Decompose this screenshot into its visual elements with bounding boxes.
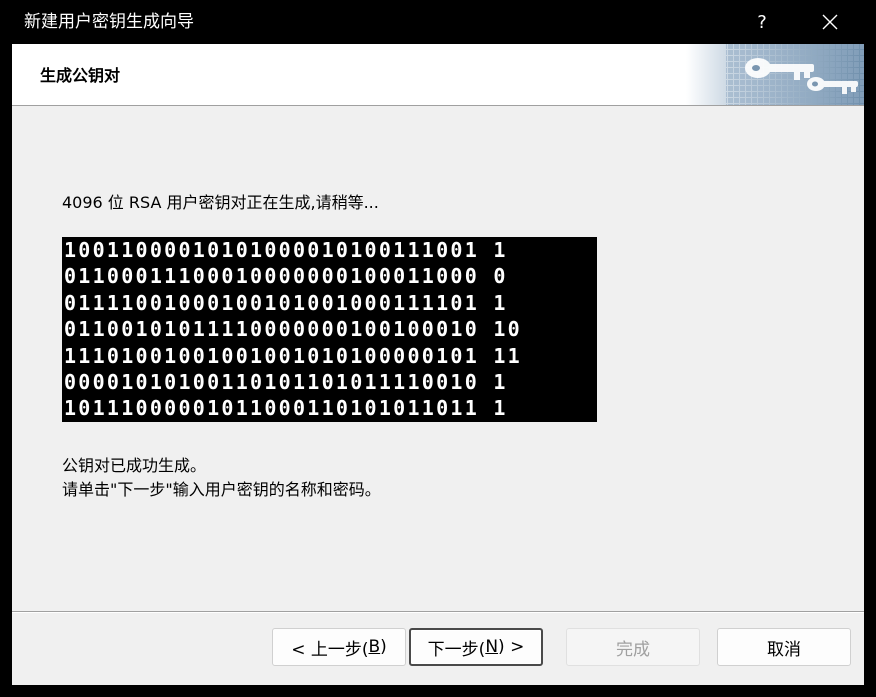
- footer-divider: [12, 611, 864, 613]
- page-title: 生成公钥对: [40, 66, 121, 85]
- back-button[interactable]: < 上一步(B): [272, 628, 406, 666]
- binary-row: 10111000001011000110101011011 1: [64, 396, 508, 421]
- finish-label: 完成: [616, 639, 650, 660]
- wizard-dialog: 生成公钥对 4096 位 RSA 用户密钥对正在生成,请稍等... 100110…: [12, 44, 864, 685]
- next-accelerator: N: [485, 637, 499, 657]
- success-message: 公钥对已成功生成。: [62, 456, 207, 475]
- cancel-label: 取消: [767, 639, 801, 660]
- back-accelerator: B: [368, 637, 381, 657]
- wizard-header: 生成公钥对: [12, 44, 864, 106]
- next-button[interactable]: 下一步(N) >: [409, 628, 543, 666]
- finish-button: 完成: [566, 628, 700, 666]
- next-label-suffix: ) >: [498, 637, 525, 657]
- next-label-prefix: 下一步(: [427, 639, 486, 660]
- binary-row: 10011000010101000010100111001 1: [64, 238, 508, 262]
- binary-row: 01100011100010000000100011000 0: [64, 264, 508, 289]
- window-title: 新建用户密钥生成向导: [24, 12, 194, 32]
- help-icon: ?: [757, 11, 767, 33]
- binary-row: 01111001000100101001000111101 1: [64, 290, 508, 315]
- cancel-button[interactable]: 取消: [717, 628, 851, 666]
- binary-row: 11101001001001001010100000101 11: [64, 343, 522, 368]
- title-bar: 新建用户密钥生成向导 ?: [0, 0, 876, 44]
- close-icon: [822, 14, 838, 30]
- back-label-suffix: ): [380, 637, 387, 657]
- close-button[interactable]: [800, 0, 860, 44]
- binary-row: 00001010100110101101011110010 1: [64, 369, 508, 394]
- binary-row: 01100101011110000000100100010 10: [64, 317, 522, 342]
- progress-text: 4096 位 RSA 用户密钥对正在生成,请稍等...: [62, 193, 379, 212]
- back-label-prefix: < 上一步(: [291, 639, 369, 660]
- help-button[interactable]: ?: [732, 0, 792, 44]
- key-generation-animation: 10011000010101000010100111001 1 01100011…: [62, 237, 597, 422]
- instruction-message: 请单击"下一步"输入用户密钥的名称和密码。: [62, 480, 381, 499]
- keys-icon: [686, 44, 864, 105]
